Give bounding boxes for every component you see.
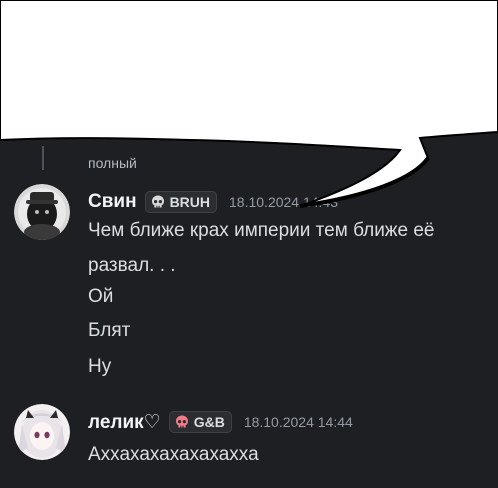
message-text-line: Чем ближе крах империи тем ближе её: [88, 220, 435, 241]
avatar-image: [14, 404, 70, 460]
message-text-line: Аххахахахахахахха: [88, 444, 259, 465]
skull-icon: [175, 415, 188, 428]
avatar[interactable]: [14, 404, 70, 460]
message-text-line: Ой: [88, 286, 114, 307]
message-text-line: развал. . .: [88, 255, 176, 276]
timestamp[interactable]: 18.10.2024 14:44: [244, 414, 353, 430]
speech-bubble: [0, 0, 498, 208]
server-tag-label: G&B: [193, 414, 225, 430]
message-header: лелик♡ G&B 18.10.2024 14:44: [88, 410, 353, 434]
username[interactable]: лелик♡: [88, 411, 161, 434]
message-text-line: Ну: [88, 356, 112, 377]
server-tag[interactable]: G&B: [168, 411, 232, 433]
message-text-line: Блят: [88, 320, 131, 341]
